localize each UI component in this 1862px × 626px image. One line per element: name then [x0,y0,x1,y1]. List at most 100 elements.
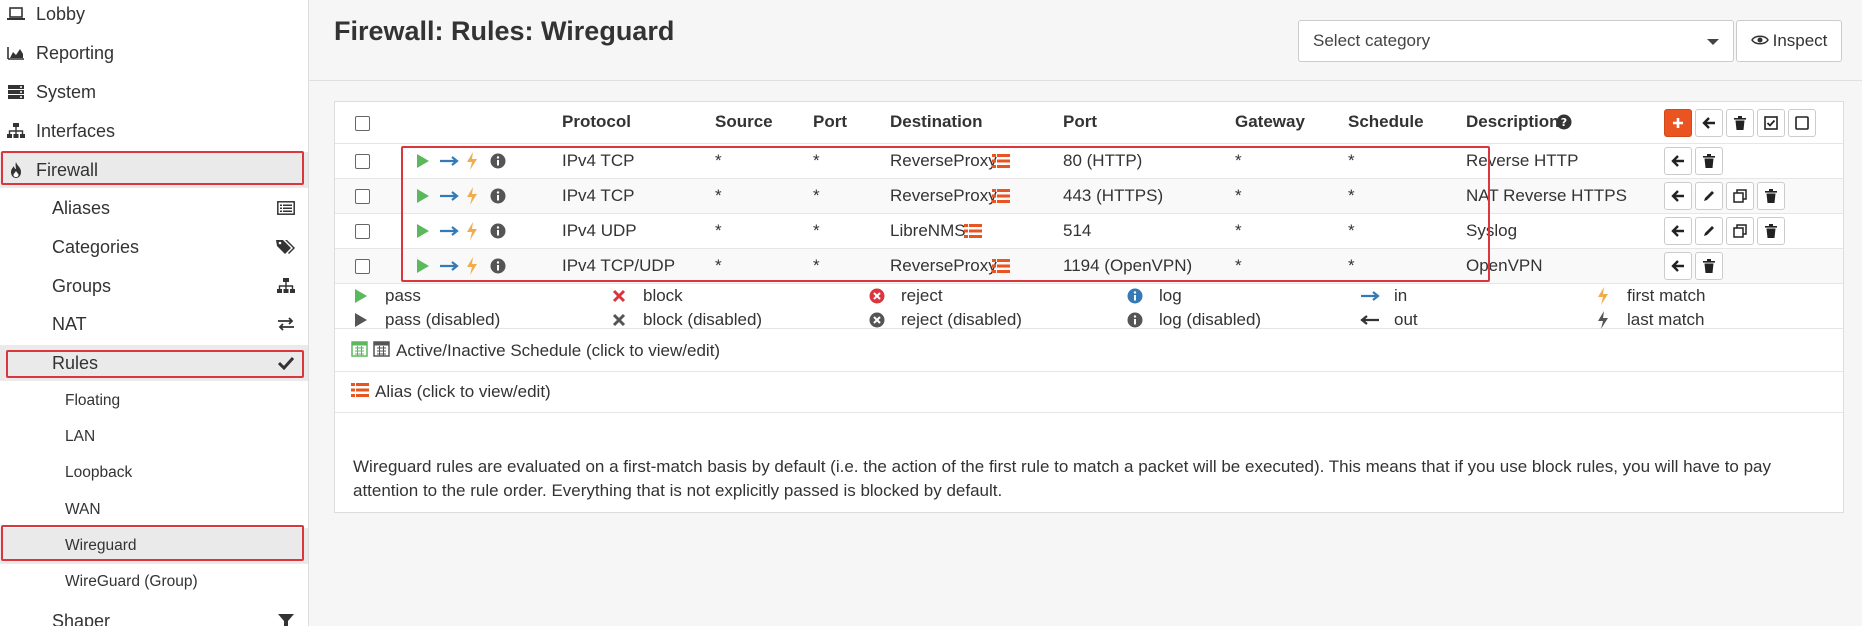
cell-source-port: * [813,151,820,170]
direction-in-icon [439,153,459,169]
move-rule-button[interactable] [1664,217,1692,245]
caret-down-icon [1707,39,1719,45]
sidebar-item-lan[interactable]: LAN [0,419,308,455]
reject-disabled-icon [867,310,887,330]
alias-legend-row: Alias (click to view/edit) [335,372,1843,413]
delete-rule-button[interactable] [1695,252,1723,280]
select-all-checkbox[interactable] [355,116,370,131]
pass-icon[interactable] [415,258,431,274]
clone-rule-button[interactable] [1726,182,1754,210]
move-rule-button[interactable] [1664,182,1692,210]
direction-in-icon [1360,286,1380,306]
clone-icon [1733,224,1747,238]
category-select[interactable]: Select category [1298,20,1734,62]
header-source: Source [715,112,773,131]
square-icon [1795,116,1809,130]
move-rule-button[interactable] [1664,252,1692,280]
direction-in-icon [439,258,459,274]
category-select-value: Select category [1313,31,1431,50]
cell-protocol: IPv4 UDP [562,221,637,240]
arrow-left-icon [1671,260,1684,272]
calendar-active-icon [351,340,368,362]
edit-rule-button[interactable] [1695,217,1723,245]
delete-rule-button[interactable] [1695,147,1723,175]
sidebar-item-label: Categories [52,236,140,257]
pass-icon[interactable] [415,223,431,239]
sidebar-item-wan[interactable]: WAN [0,492,308,528]
sidebar-item-label: NAT [52,313,87,334]
row-checkbox[interactable] [355,259,370,274]
alias-list-icon[interactable] [964,224,982,238]
sidebar-item-system[interactable]: System [0,74,308,110]
sidebar-item-categories[interactable]: Categories [0,229,308,265]
log-icon[interactable] [490,188,506,204]
table-row[interactable]: IPv4 TCP * * ReverseProxy 443 (HTTPS) * … [335,179,1843,214]
delete-rule-button[interactable] [1757,182,1785,210]
sidebar-item-interfaces[interactable]: Interfaces [0,113,308,149]
move-rule-button[interactable] [1664,147,1692,175]
sidebar-item-lobby[interactable]: Lobby [0,0,308,32]
alias-list-icon[interactable] [992,259,1010,273]
cell-protocol: IPv4 TCP/UDP [562,256,676,275]
alias-list-icon[interactable] [992,154,1010,168]
sidebar-item-label: Loopback [65,464,133,481]
log-disabled-icon [1125,310,1145,330]
sidebar-item-reporting[interactable]: Reporting [0,35,308,71]
cell-description: Reverse HTTP [1466,151,1579,170]
legend-last-match: last match [1593,310,1704,330]
first-match-icon [465,257,479,275]
delete-selected-button[interactable] [1726,109,1754,137]
sidebar-item-nat[interactable]: NAT [0,306,308,342]
cell-destination[interactable]: ReverseProxy [890,256,997,276]
sidebar-item-label: System [36,81,97,102]
sidebar-item-groups[interactable]: Groups [0,268,308,304]
sidebar-item-rules[interactable]: Rules [0,345,308,381]
sidebar-item-wireguard[interactable]: Wireguard [0,528,308,564]
sidebar-item-label: Floating [65,392,121,409]
table-row[interactable]: IPv4 TCP * * ReverseProxy 80 (HTTP) * * … [335,144,1843,179]
sidebar-item-floating[interactable]: Floating [0,383,308,419]
table-row[interactable]: IPv4 TCP/UDP * * ReverseProxy 1194 (Open… [335,249,1843,284]
enable-selected-button[interactable] [1757,109,1785,137]
row-checkbox[interactable] [355,224,370,239]
clone-rule-button[interactable] [1726,217,1754,245]
sidebar-item-aliases[interactable]: Aliases [0,190,308,226]
disable-selected-button[interactable] [1788,109,1816,137]
sitemap-icon [276,276,296,296]
sidebar-item-shaper[interactable]: Shaper [0,603,308,626]
sidebar-item-loopback[interactable]: Loopback [0,455,308,491]
pass-icon[interactable] [415,153,431,169]
inspect-button[interactable]: Inspect [1736,20,1842,62]
legend-pass: pass [351,286,421,306]
alias-list-icon[interactable] [992,189,1010,203]
delete-rule-button[interactable] [1757,217,1785,245]
last-match-icon [1593,310,1613,330]
cell-source-port: * [813,186,820,205]
cell-schedule: * [1348,186,1355,205]
cell-description: Syslog [1466,221,1518,240]
cell-destination-port: 443 (HTTPS) [1063,186,1164,205]
cell-destination[interactable]: ReverseProxy [890,151,997,171]
help-icon[interactable]: ? [1556,114,1572,130]
log-icon[interactable] [490,223,506,239]
sidebar-item-wireguard-group[interactable]: WireGuard (Group) [0,564,308,600]
sidebar-item-firewall[interactable]: Firewall [0,152,308,188]
row-checkbox[interactable] [355,189,370,204]
log-icon[interactable] [490,258,506,274]
cell-gateway: * [1235,151,1242,170]
row-checkbox[interactable] [355,154,370,169]
table-row[interactable]: IPv4 UDP * * LibreNMS 514 * * Syslog [335,214,1843,249]
legend-in: in [1360,286,1407,306]
cell-protocol: IPv4 TCP [562,151,635,170]
cell-schedule: * [1348,256,1355,275]
log-icon[interactable] [490,153,506,169]
check-icon [276,353,296,373]
cell-destination[interactable]: ReverseProxy [890,186,997,206]
edit-rule-button[interactable] [1695,182,1723,210]
cell-gateway: * [1235,186,1242,205]
cell-destination[interactable]: LibreNMS [890,221,966,241]
move-selected-button[interactable] [1695,109,1723,137]
add-rule-button[interactable] [1664,109,1692,137]
pass-icon[interactable] [415,188,431,204]
legend-out: out [1360,310,1418,330]
